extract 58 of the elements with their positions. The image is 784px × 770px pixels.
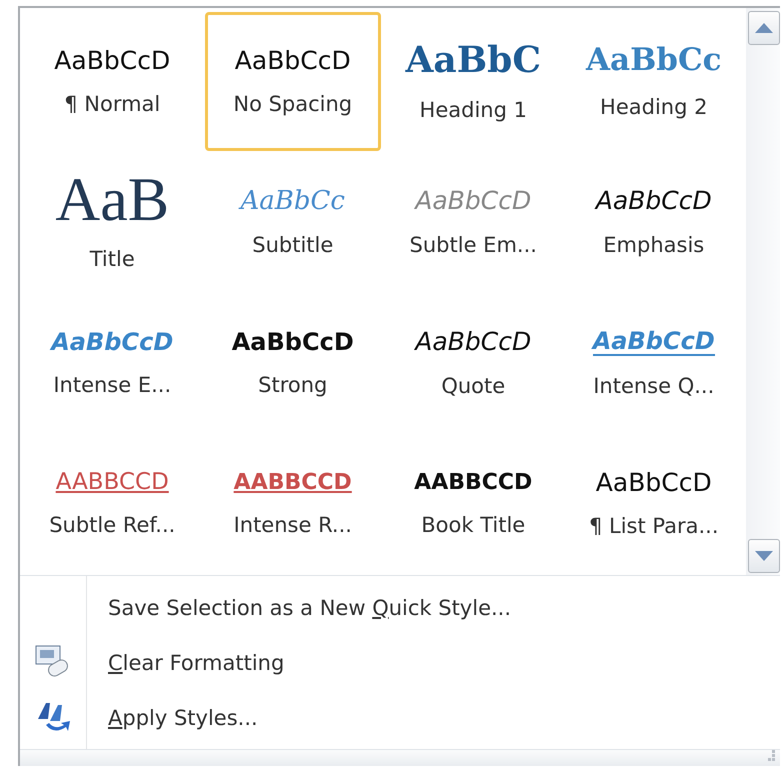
menu-item[interactable]: Clear Formatting (20, 635, 780, 690)
style-sample: AaBbCcD (592, 328, 715, 356)
down-arrow-icon (755, 551, 773, 561)
scroll-up-button[interactable] (748, 11, 780, 45)
style-name: Book Title (421, 512, 526, 537)
style-tile[interactable]: AaBbCcD Emphasis (566, 152, 742, 292)
style-name: Intense R... (234, 512, 352, 537)
up-arrow-icon (755, 23, 773, 33)
style-name: Intense Q... (593, 374, 714, 398)
style-name: Quote (441, 374, 506, 398)
style-sample: AaBbCcD (234, 46, 351, 74)
menu-item[interactable]: Save Selection as a New Quick Style... (20, 580, 780, 635)
style-tile[interactable]: AaBbCcD Strong (204, 294, 381, 432)
style-sample: AaBbCcD (232, 328, 354, 356)
menu-item-label: Apply Styles... (108, 706, 258, 730)
style-sample: AABBCCD (414, 470, 532, 495)
style-name: Title (90, 247, 135, 272)
style-sample: AaBbCcD (596, 468, 712, 496)
style-name: Heading 2 (600, 95, 708, 120)
style-name: ¶ Normal (64, 92, 160, 116)
style-sample: AaBbCc (586, 43, 722, 78)
menu-item[interactable]: Apply Styles... (20, 690, 780, 745)
style-sample: AaBbCcD (415, 328, 532, 356)
style-name: Subtitle (252, 233, 334, 258)
style-tile[interactable]: AaBbC Heading 1 (385, 12, 562, 151)
menu-item-label: Save Selection as a New Quick Style... (108, 596, 512, 620)
style-name: Subtle Em... (410, 232, 537, 257)
style-sample: AaBbCcD (415, 187, 532, 215)
style-tile[interactable]: AaBbCcD Intense E... (24, 294, 200, 432)
style-sample: AaBbCcD (51, 328, 174, 356)
style-tile[interactable]: AaBbCcD ¶ List Para... (566, 434, 742, 573)
style-name: No Spacing (233, 92, 352, 116)
style-tile[interactable]: AaBbCc Subtitle (204, 152, 381, 292)
style-name: Subtle Ref... (49, 513, 176, 538)
style-tile[interactable]: AaBbCcD Quote (385, 294, 562, 432)
style-tile[interactable]: AaBbCcD ¶ Normal (24, 12, 200, 151)
style-tile[interactable]: AABBCCD Book Title (385, 434, 562, 573)
style-sample: AaBbC (405, 40, 541, 80)
style-tile[interactable]: AaBbCc Heading 2 (566, 12, 742, 151)
style-sample: AaBbCcD (596, 187, 712, 215)
style-name: Heading 1 (420, 98, 527, 122)
style-sample: AaBbCc (240, 186, 345, 216)
style-name: Strong (258, 373, 328, 398)
style-tile[interactable]: AaB Title (24, 152, 200, 292)
style-tile[interactable]: AaBbCcD Intense Q... (566, 294, 742, 432)
scroll-down-button[interactable] (748, 539, 780, 573)
style-sample: AaB (55, 173, 170, 230)
style-tile[interactable]: AABBCCD Subtle Ref... (24, 434, 200, 573)
style-tile[interactable]: AaBbCcD No Spacing (204, 12, 381, 151)
menu-item-label: Clear Formatting (108, 650, 284, 674)
style-sample: AABBCCD (56, 470, 169, 496)
style-name: ¶ List Para... (588, 514, 719, 538)
style-tile[interactable]: AaBbCcD Subtle Em... (385, 152, 562, 292)
style-name: Emphasis (603, 232, 704, 257)
style-tile[interactable]: AABBCCD Intense R... (204, 434, 381, 573)
style-name: Intense E... (53, 373, 172, 398)
style-sample: AaBbCcD (54, 46, 170, 74)
style-sample: AABBCCD (234, 470, 352, 495)
